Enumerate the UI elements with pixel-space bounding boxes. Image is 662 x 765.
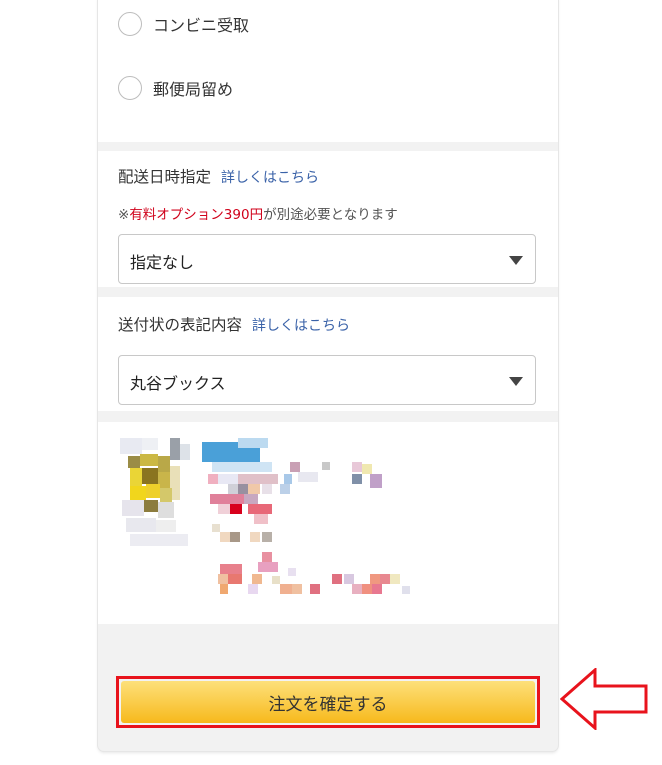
- product-thumbnail-image: [120, 438, 190, 546]
- delivery-date-section: 配送日時指定 詳しくはこちら ※有料オプション390円が別途必要となります 指定…: [98, 151, 558, 287]
- invoice-label-selected-value: 丸谷ブックス: [130, 374, 226, 393]
- order-card: コンビニ受取 郵便局留め 配送日時指定 詳しくはこちら ※有料オプション390円…: [98, 0, 558, 751]
- invoice-label-details-link[interactable]: 詳しくはこちら: [252, 315, 350, 335]
- left-arrow-icon: [560, 668, 648, 730]
- delivery-date-selected-value: 指定なし: [130, 253, 195, 272]
- radio-option-post-office[interactable]: 郵便局留め: [118, 76, 233, 100]
- delivery-date-header: 配送日時指定 詳しくはこちら: [118, 165, 319, 187]
- delivery-date-select[interactable]: 指定なし: [118, 234, 536, 284]
- confirm-order-button[interactable]: 注文を確定する: [116, 676, 540, 728]
- radio-option-label: 郵便局留め: [153, 80, 234, 99]
- dropdown-caret-icon: [509, 377, 523, 386]
- note-suffix: が別途必要となります: [263, 207, 398, 223]
- delivery-date-title: 配送日時指定: [118, 168, 212, 186]
- invoice-label-header: 送付状の表記内容 詳しくはこちら: [118, 313, 350, 335]
- paid-option-note: ※有料オプション390円が別途必要となります: [118, 203, 398, 223]
- radio-option-label: コンビニ受取: [153, 16, 250, 35]
- note-highlight: 有料オプション390円: [129, 207, 264, 223]
- delivery-date-details-link[interactable]: 詳しくはこちら: [221, 167, 319, 187]
- dropdown-caret-icon: [509, 256, 523, 265]
- product-summary-section: [98, 422, 558, 624]
- confirm-order-label: 注文を確定する: [268, 694, 388, 715]
- order-confirmation-page: コンビニ受取 郵便局留め 配送日時指定 詳しくはこちら ※有料オプション390円…: [0, 0, 662, 765]
- invoice-label-section: 送付状の表記内容 詳しくはこちら 丸谷ブックス: [98, 297, 558, 411]
- invoice-label-title: 送付状の表記内容: [118, 316, 243, 334]
- radio-button-icon[interactable]: [118, 12, 142, 36]
- radio-option-convenience-store[interactable]: コンビニ受取: [118, 12, 249, 36]
- invoice-label-select[interactable]: 丸谷ブックス: [118, 355, 536, 405]
- confirm-order-button-face[interactable]: 注文を確定する: [121, 681, 535, 723]
- receive-method-section: コンビニ受取 郵便局留め: [98, 0, 558, 142]
- note-prefix: ※: [118, 207, 130, 223]
- radio-button-icon[interactable]: [118, 76, 142, 100]
